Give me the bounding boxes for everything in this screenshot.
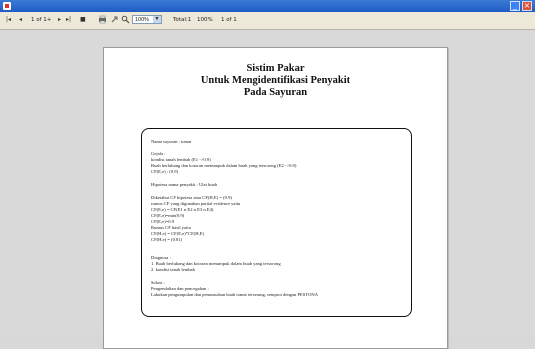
report-page: Sistim Pakar Untuk Mengidentifikasi Peny…	[103, 47, 448, 349]
app-icon	[3, 2, 11, 10]
result-line: Lakukan pengumpulan dan pemusnahan buah …	[151, 292, 319, 297]
page-count-label: 1 of 1	[221, 17, 237, 23]
result-line: Hipotesa nama penyakit : Ulat buah	[151, 182, 217, 187]
first-page-icon[interactable]: |◂	[6, 15, 11, 25]
result-line: 2. kondisi tanah lembab	[151, 267, 195, 272]
result-box: Nama sayuran : tomat Gejala : kondisi ta…	[141, 128, 412, 317]
window-controls: _ ×	[510, 1, 532, 11]
total-label: Total:1	[173, 17, 192, 23]
zoom-value: 100%	[135, 17, 150, 23]
minimize-button[interactable]: _	[510, 1, 520, 11]
printer-icon[interactable]	[98, 15, 107, 25]
search-icon[interactable]	[121, 15, 130, 25]
next-page-icon[interactable]: ▸	[58, 15, 61, 25]
report-title-2: Untuk Mengidentifikasi Penyakit	[200, 75, 351, 86]
prev-page-icon[interactable]: ◂	[19, 15, 22, 25]
percent-label: 100%	[197, 17, 213, 23]
page-indicator[interactable]: 1 of 1+	[31, 15, 51, 25]
stop-icon[interactable]: ■	[80, 15, 86, 25]
export-icon[interactable]	[110, 15, 119, 25]
close-button[interactable]: ×	[522, 1, 532, 11]
result-line: CF(E,e) : (0.9)	[151, 169, 179, 174]
chevron-down-icon[interactable]: ▼	[153, 16, 161, 23]
result-line: Nama sayuran : tomat	[151, 139, 192, 144]
report-title-3: Pada Sayuran	[243, 87, 308, 98]
report-toolbar: |◂ ◂ 1 of 1+ ▸ ▸| ■ 100% ▼ Total:1 100% …	[0, 12, 535, 30]
result-line: CF(H,e) = (0.81)	[151, 237, 183, 242]
title-bar: _ ×	[0, 0, 535, 12]
report-title-1: Sistim Pakar	[246, 63, 305, 74]
zoom-select[interactable]: 100% ▼	[132, 15, 162, 24]
last-page-icon[interactable]: ▸|	[66, 15, 71, 25]
report-viewer[interactable]: Sistim Pakar Untuk Mengidentifikasi Peny…	[0, 30, 535, 349]
